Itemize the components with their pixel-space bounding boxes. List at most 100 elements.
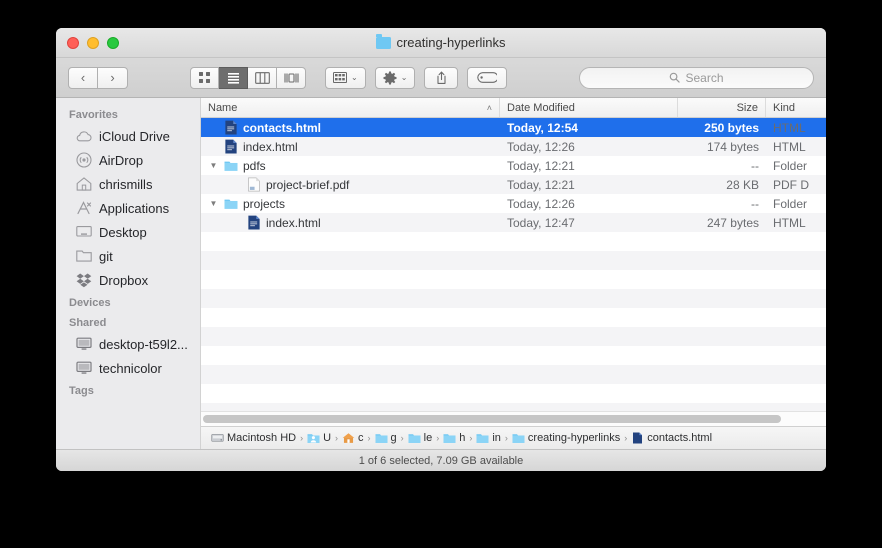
breadcrumb[interactable]: Macintosh HD›U›c›g›le›h›in›creating-hype… [201, 426, 826, 449]
table-row[interactable]: ▼index.htmlToday, 12:47247 bytesHTML [201, 213, 826, 232]
arrange-button[interactable]: ⌄ [325, 67, 366, 89]
breadcrumb-item[interactable]: le [408, 432, 433, 444]
breadcrumb-label: le [424, 432, 433, 444]
sidebar-item-chrismills[interactable]: chrismills [56, 172, 200, 196]
finder-window: creating-hyperlinks ‹ › [56, 28, 826, 471]
breadcrumb-label: contacts.html [647, 432, 712, 444]
breadcrumb-item[interactable]: Macintosh HD [211, 432, 296, 444]
cell-kind: Folder [766, 156, 826, 175]
cloud-icon [76, 128, 92, 144]
column-header-row: Name ˄ Date Modified Size Kind [201, 98, 826, 118]
sidebar-item-icloud-drive[interactable]: iCloud Drive [56, 124, 200, 148]
window-body: Favorites iCloud Drive AirDrop [56, 98, 826, 449]
desktop-icon [76, 224, 92, 240]
cell-size: 247 bytes [678, 213, 766, 232]
search-input[interactable]: Search [579, 67, 814, 89]
home-icon [76, 176, 92, 192]
cell-size: -- [678, 194, 766, 213]
breadcrumb-item[interactable]: U [307, 432, 331, 444]
cell-date-modified: Today, 12:21 [500, 156, 678, 175]
tags-button[interactable] [467, 67, 507, 89]
sidebar-item-dropbox[interactable]: Dropbox [56, 268, 200, 292]
cell-name: ▼pdfs [201, 156, 500, 175]
breadcrumb-item[interactable]: contacts.html [631, 432, 712, 444]
back-button[interactable]: ‹ [68, 67, 98, 89]
list-icon [227, 72, 240, 84]
sidebar-section-favorites: Favorites [56, 104, 200, 124]
table-row[interactable]: ▼projectsToday, 12:26--Folder [201, 194, 826, 213]
cell-size: 28 KB [678, 175, 766, 194]
empty-row [201, 403, 826, 411]
arrange-icon [333, 72, 347, 83]
pdf-file-icon [247, 177, 261, 192]
column-header-size[interactable]: Size [678, 98, 766, 117]
sidebar-item-label: Desktop [99, 225, 147, 240]
horizontal-scrollbar[interactable] [201, 411, 826, 426]
column-header-size-label: Size [737, 102, 758, 114]
column-view-button[interactable] [248, 67, 277, 89]
breadcrumb-separator: › [505, 433, 508, 443]
cell-name: ▼index.html [201, 213, 500, 232]
share-button[interactable] [424, 67, 458, 89]
sidebar-item-desktop-t59l2[interactable]: desktop-t59l2... [56, 332, 200, 356]
folder-icon [512, 432, 525, 444]
breadcrumb-item[interactable]: creating-hyperlinks [512, 432, 620, 444]
applications-icon [76, 200, 92, 216]
empty-row [201, 289, 826, 308]
cell-date-modified: Today, 12:47 [500, 213, 678, 232]
table-row[interactable]: ▼project-brief.pdfToday, 12:2128 KBPDF D [201, 175, 826, 194]
breadcrumb-item[interactable]: c [342, 432, 364, 444]
table-row[interactable]: ▼index.htmlToday, 12:26174 bytesHTML [201, 137, 826, 156]
folder-icon [224, 158, 238, 173]
cell-date-modified: Today, 12:54 [500, 118, 678, 137]
forward-button[interactable]: › [98, 67, 128, 89]
action-button[interactable]: ⌄ [375, 67, 416, 89]
sidebar-item-airdrop[interactable]: AirDrop [56, 148, 200, 172]
column-header-name-label: Name [208, 102, 237, 114]
column-header-name[interactable]: Name ˄ [201, 98, 500, 117]
list-view-button[interactable] [219, 67, 248, 89]
scrollbar-thumb[interactable] [203, 415, 781, 423]
breadcrumb-label: c [358, 432, 364, 444]
search-icon [669, 72, 680, 83]
folder-icon [375, 432, 388, 444]
empty-row [201, 384, 826, 403]
breadcrumb-label: Macintosh HD [227, 432, 296, 444]
column-header-date-modified[interactable]: Date Modified [500, 98, 678, 117]
breadcrumb-separator: › [401, 433, 404, 443]
file-name: index.html [266, 216, 321, 230]
breadcrumb-separator: › [335, 433, 338, 443]
breadcrumb-item[interactable]: in [476, 432, 501, 444]
table-row[interactable]: ▼pdfsToday, 12:21--Folder [201, 156, 826, 175]
html-file-icon [224, 139, 238, 154]
file-rows[interactable]: ▼contacts.htmlToday, 12:54250 bytesHTML▼… [201, 118, 826, 411]
breadcrumb-separator: › [300, 433, 303, 443]
file-name: projects [243, 197, 285, 211]
folder-icon [443, 432, 456, 444]
disclosure-triangle[interactable]: ▼ [208, 200, 219, 208]
file-name: index.html [243, 140, 298, 154]
harddisk-icon [211, 432, 224, 444]
gallery-view-button[interactable] [277, 67, 306, 89]
breadcrumb-item[interactable]: h [443, 432, 465, 444]
sidebar-item-applications[interactable]: Applications [56, 196, 200, 220]
sidebar[interactable]: Favorites iCloud Drive AirDrop [56, 98, 201, 449]
sidebar-item-technicolor[interactable]: technicolor [56, 356, 200, 380]
cell-kind: HTML [766, 213, 826, 232]
breadcrumb-separator: › [469, 433, 472, 443]
column-header-kind[interactable]: Kind [766, 98, 826, 117]
sidebar-item-label: desktop-t59l2... [99, 337, 188, 352]
users-folder-icon [307, 432, 320, 444]
sidebar-item-label: Applications [99, 201, 169, 216]
cell-name: ▼project-brief.pdf [201, 175, 500, 194]
folder-icon [376, 37, 391, 49]
breadcrumb-item[interactable]: g [375, 432, 397, 444]
sidebar-item-desktop[interactable]: Desktop [56, 220, 200, 244]
empty-row [201, 346, 826, 365]
disclosure-triangle[interactable]: ▼ [208, 162, 219, 170]
table-row[interactable]: ▼contacts.htmlToday, 12:54250 bytesHTML [201, 118, 826, 137]
sidebar-item-git[interactable]: git [56, 244, 200, 268]
icon-view-button[interactable] [190, 67, 219, 89]
column-header-kind-label: Kind [773, 102, 795, 114]
sidebar-item-label: technicolor [99, 361, 162, 376]
